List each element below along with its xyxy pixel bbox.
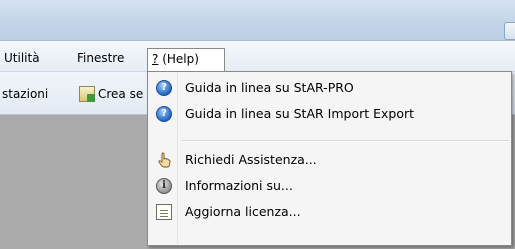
window-title-bar (0, 0, 515, 41)
menu-separator (181, 140, 509, 142)
menu-help[interactable]: ? (Help) (147, 48, 225, 71)
help-icon: ? (156, 80, 172, 96)
hand-pointer-icon (156, 152, 172, 168)
toolbar-stazioni-button[interactable]: stazioni (2, 87, 48, 101)
menu-item-aggiorna-licenza[interactable]: Aggiorna licenza... (148, 200, 511, 224)
toolbar-create-button[interactable]: Crea se (98, 87, 143, 101)
document-icon (156, 204, 172, 220)
menu-item-richiedi-assistenza[interactable]: Richiedi Assistenza... (148, 148, 511, 172)
menu-item-informazioni[interactable]: i Informazioni su... (148, 174, 511, 198)
menu-item-guida-import-export[interactable]: ? Guida in linea su StAR Import Export (148, 102, 511, 126)
create-icon[interactable] (79, 86, 95, 102)
menu-item-label: Richiedi Assistenza... (185, 152, 317, 167)
menu-item-guida-star-pro[interactable]: ? Guida in linea su StAR-PRO (148, 76, 511, 100)
menu-item-label: Guida in linea su StAR Import Export (185, 106, 415, 121)
menu-bar: Utilità Finestre ? (Help) (0, 41, 515, 72)
help-dropdown-menu: ? Guida in linea su StAR-PRO ? Guida in … (147, 71, 512, 246)
menu-item-label: Guida in linea su StAR-PRO (185, 80, 354, 95)
menu-help-label: (Help) (158, 52, 199, 66)
window-control-button[interactable] (504, 22, 515, 40)
help-icon: ? (156, 106, 172, 122)
menu-utilita[interactable]: Utilità (4, 49, 40, 67)
menu-item-label: Informazioni su... (185, 178, 293, 193)
info-icon: i (156, 178, 172, 194)
menu-item-label: Aggiorna licenza... (185, 204, 301, 219)
menu-finestre[interactable]: Finestre (77, 49, 124, 67)
